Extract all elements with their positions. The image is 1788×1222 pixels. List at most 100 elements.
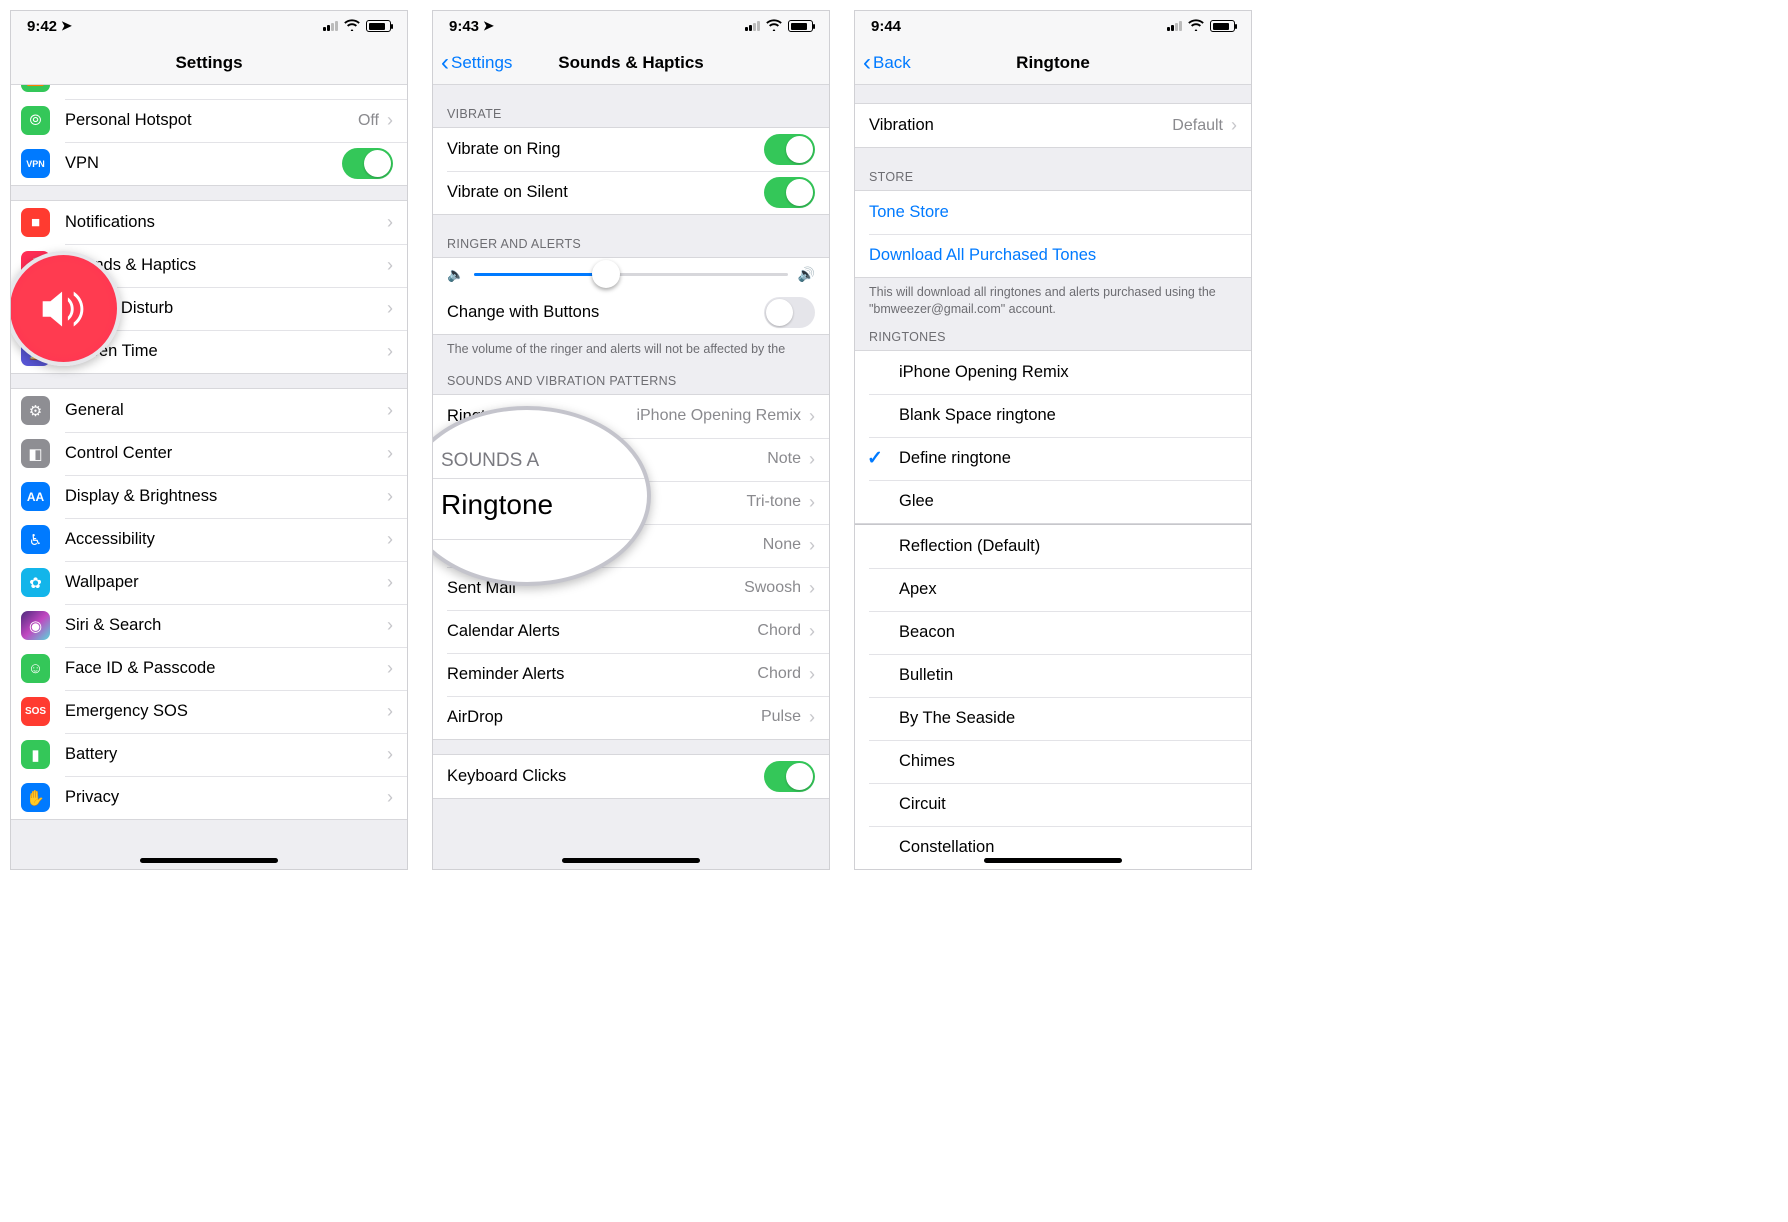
phone-settings: 9:42➤ Settings 📶 Cellular › ⦾ Personal H… bbox=[10, 10, 408, 870]
status-time: 9:42 bbox=[27, 18, 57, 35]
chevron-right-icon: › bbox=[809, 492, 815, 513]
cell-general[interactable]: ⚙︎General› bbox=[11, 389, 407, 432]
magnifier-sounds-icon bbox=[10, 251, 121, 366]
cell-emergency-sos[interactable]: SOSEmergency SOS› bbox=[11, 690, 407, 733]
cell-vpn[interactable]: VPN VPN bbox=[11, 142, 407, 185]
cell-cellular[interactable]: 📶 Cellular › bbox=[11, 85, 407, 99]
cell-personal-hotspot[interactable]: ⦾ Personal Hotspot Off › bbox=[11, 99, 407, 142]
wifi-icon bbox=[766, 18, 782, 35]
chevron-right-icon: › bbox=[387, 572, 393, 593]
cell-siri-search[interactable]: ◉Siri & Search› bbox=[11, 604, 407, 647]
cell-vibrate-on-ring[interactable]: Vibrate on Ring bbox=[433, 128, 829, 171]
cell-privacy[interactable]: ✋Privacy› bbox=[11, 776, 407, 819]
ringtones-builtin-group: Reflection (Default) Apex Beacon Bulleti… bbox=[855, 525, 1251, 869]
magnifier-ringtone-label: Ringtone bbox=[432, 489, 647, 521]
nav-bar: Settings bbox=[11, 41, 407, 85]
cell-battery[interactable]: ▮Battery› bbox=[11, 733, 407, 776]
phone-ringtone: 9:44 ‹Back Ringtone VibrationDefault› ST… bbox=[854, 10, 1252, 870]
cell-keyboard-clicks[interactable]: Keyboard Clicks bbox=[433, 755, 829, 798]
cell-control-center[interactable]: ◧Control Center› bbox=[11, 432, 407, 475]
keyboard-group: Keyboard Clicks bbox=[433, 754, 829, 799]
ringtone-item[interactable]: Apex bbox=[855, 568, 1251, 611]
ringtone-item[interactable]: Reflection (Default) bbox=[855, 525, 1251, 568]
chevron-right-icon: › bbox=[809, 664, 815, 685]
cell-display-brightness[interactable]: AADisplay & Brightness› bbox=[11, 475, 407, 518]
nav-bar: ‹Settings Sounds & Haptics bbox=[433, 41, 829, 85]
battery-icon bbox=[1210, 20, 1235, 32]
cell-wallpaper[interactable]: ✿Wallpaper› bbox=[11, 561, 407, 604]
chevron-right-icon: › bbox=[387, 110, 393, 131]
cell-tone-store[interactable]: Tone Store bbox=[855, 191, 1251, 234]
ringtone-item[interactable]: By The Seaside bbox=[855, 697, 1251, 740]
settings-group-connectivity: 📶 Cellular › ⦾ Personal Hotspot Off › VP… bbox=[11, 85, 407, 186]
vibrate-ring-toggle[interactable] bbox=[764, 134, 815, 165]
ringtone-item[interactable]: Beacon bbox=[855, 611, 1251, 654]
chevron-right-icon: › bbox=[809, 578, 815, 599]
ringtone-item[interactable]: iPhone Opening Remix bbox=[855, 351, 1251, 394]
chevron-right-icon: › bbox=[387, 298, 393, 319]
home-indicator[interactable] bbox=[562, 858, 700, 863]
signal-icon bbox=[323, 21, 338, 31]
chevron-right-icon: › bbox=[387, 787, 393, 808]
cell-airdrop[interactable]: AirDropPulse› bbox=[433, 696, 829, 739]
status-icons bbox=[323, 18, 391, 35]
display-icon: AA bbox=[21, 482, 50, 511]
notifications-icon: ■ bbox=[21, 208, 50, 237]
settings-group-general: ⚙︎General› ◧Control Center› AADisplay & … bbox=[11, 388, 407, 820]
battery-row-icon: ▮ bbox=[21, 740, 50, 769]
ringtone-item[interactable]: Glee bbox=[855, 480, 1251, 523]
checkmark-icon: ✓ bbox=[867, 447, 883, 470]
status-bar: 9:43➤ bbox=[433, 11, 829, 41]
cellular-icon: 📶 bbox=[21, 85, 50, 92]
vibrate-silent-toggle[interactable] bbox=[764, 177, 815, 208]
chevron-right-icon: › bbox=[387, 529, 393, 550]
ringtone-item[interactable]: Circuit bbox=[855, 783, 1251, 826]
home-indicator[interactable] bbox=[140, 858, 278, 863]
cell-calendar-alerts[interactable]: Calendar AlertsChord› bbox=[433, 610, 829, 653]
cell-download-purchased[interactable]: Download All Purchased Tones bbox=[855, 234, 1251, 277]
cell-reminder-alerts[interactable]: Reminder AlertsChord› bbox=[433, 653, 829, 696]
cell-vibrate-on-silent[interactable]: Vibrate on Silent bbox=[433, 171, 829, 214]
cell-vibration[interactable]: VibrationDefault› bbox=[855, 104, 1251, 147]
chevron-right-icon: › bbox=[387, 341, 393, 362]
chevron-right-icon: › bbox=[387, 255, 393, 276]
settings-content[interactable]: 📶 Cellular › ⦾ Personal Hotspot Off › VP… bbox=[11, 85, 407, 869]
ringtones-header: RINGTONES bbox=[855, 326, 1251, 350]
nav-title: Ringtone bbox=[1016, 53, 1090, 73]
siri-icon: ◉ bbox=[21, 611, 50, 640]
speaker-icon bbox=[33, 278, 95, 340]
chevron-right-icon: › bbox=[387, 443, 393, 464]
chevron-right-icon: › bbox=[809, 535, 815, 556]
nav-title: Sounds & Haptics bbox=[558, 53, 703, 73]
chevron-right-icon: › bbox=[387, 744, 393, 765]
change-buttons-toggle[interactable] bbox=[764, 297, 815, 328]
ringtone-item[interactable]: Blank Space ringtone bbox=[855, 394, 1251, 437]
chevron-right-icon: › bbox=[387, 615, 393, 636]
keyboard-clicks-toggle[interactable] bbox=[764, 761, 815, 792]
slider-thumb[interactable] bbox=[592, 260, 620, 288]
cell-change-with-buttons[interactable]: Change with Buttons bbox=[433, 291, 829, 334]
ringtone-item[interactable]: Chimes bbox=[855, 740, 1251, 783]
cell-faceid-passcode[interactable]: ☺︎Face ID & Passcode› bbox=[11, 647, 407, 690]
cell-notifications[interactable]: ■ Notifications › bbox=[11, 201, 407, 244]
ringtone-content[interactable]: VibrationDefault› STORE Tone Store Downl… bbox=[855, 85, 1251, 869]
hotspot-icon: ⦾ bbox=[21, 106, 50, 135]
ringtone-item[interactable]: Bulletin bbox=[855, 654, 1251, 697]
status-time: 9:44 bbox=[871, 18, 901, 35]
nav-title: Settings bbox=[175, 53, 242, 73]
back-button[interactable]: ‹Settings bbox=[441, 53, 512, 73]
home-indicator[interactable] bbox=[984, 858, 1122, 863]
volume-slider[interactable] bbox=[474, 273, 787, 276]
back-button[interactable]: ‹Back bbox=[863, 53, 911, 73]
chevron-right-icon: › bbox=[809, 449, 815, 470]
volume-low-icon: 🔈 bbox=[447, 266, 464, 283]
ringtone-item-selected[interactable]: ✓Define ringtone bbox=[855, 437, 1251, 480]
store-header: STORE bbox=[855, 148, 1251, 190]
vpn-toggle[interactable] bbox=[342, 148, 393, 179]
cell-accessibility[interactable]: ♿︎Accessibility› bbox=[11, 518, 407, 561]
chevron-right-icon: › bbox=[387, 400, 393, 421]
chevron-right-icon: › bbox=[387, 701, 393, 722]
vibrate-group: Vibrate on Ring Vibrate on Silent bbox=[433, 127, 829, 215]
volume-high-icon: 🔊 bbox=[798, 266, 815, 283]
chevron-right-icon: › bbox=[809, 621, 815, 642]
